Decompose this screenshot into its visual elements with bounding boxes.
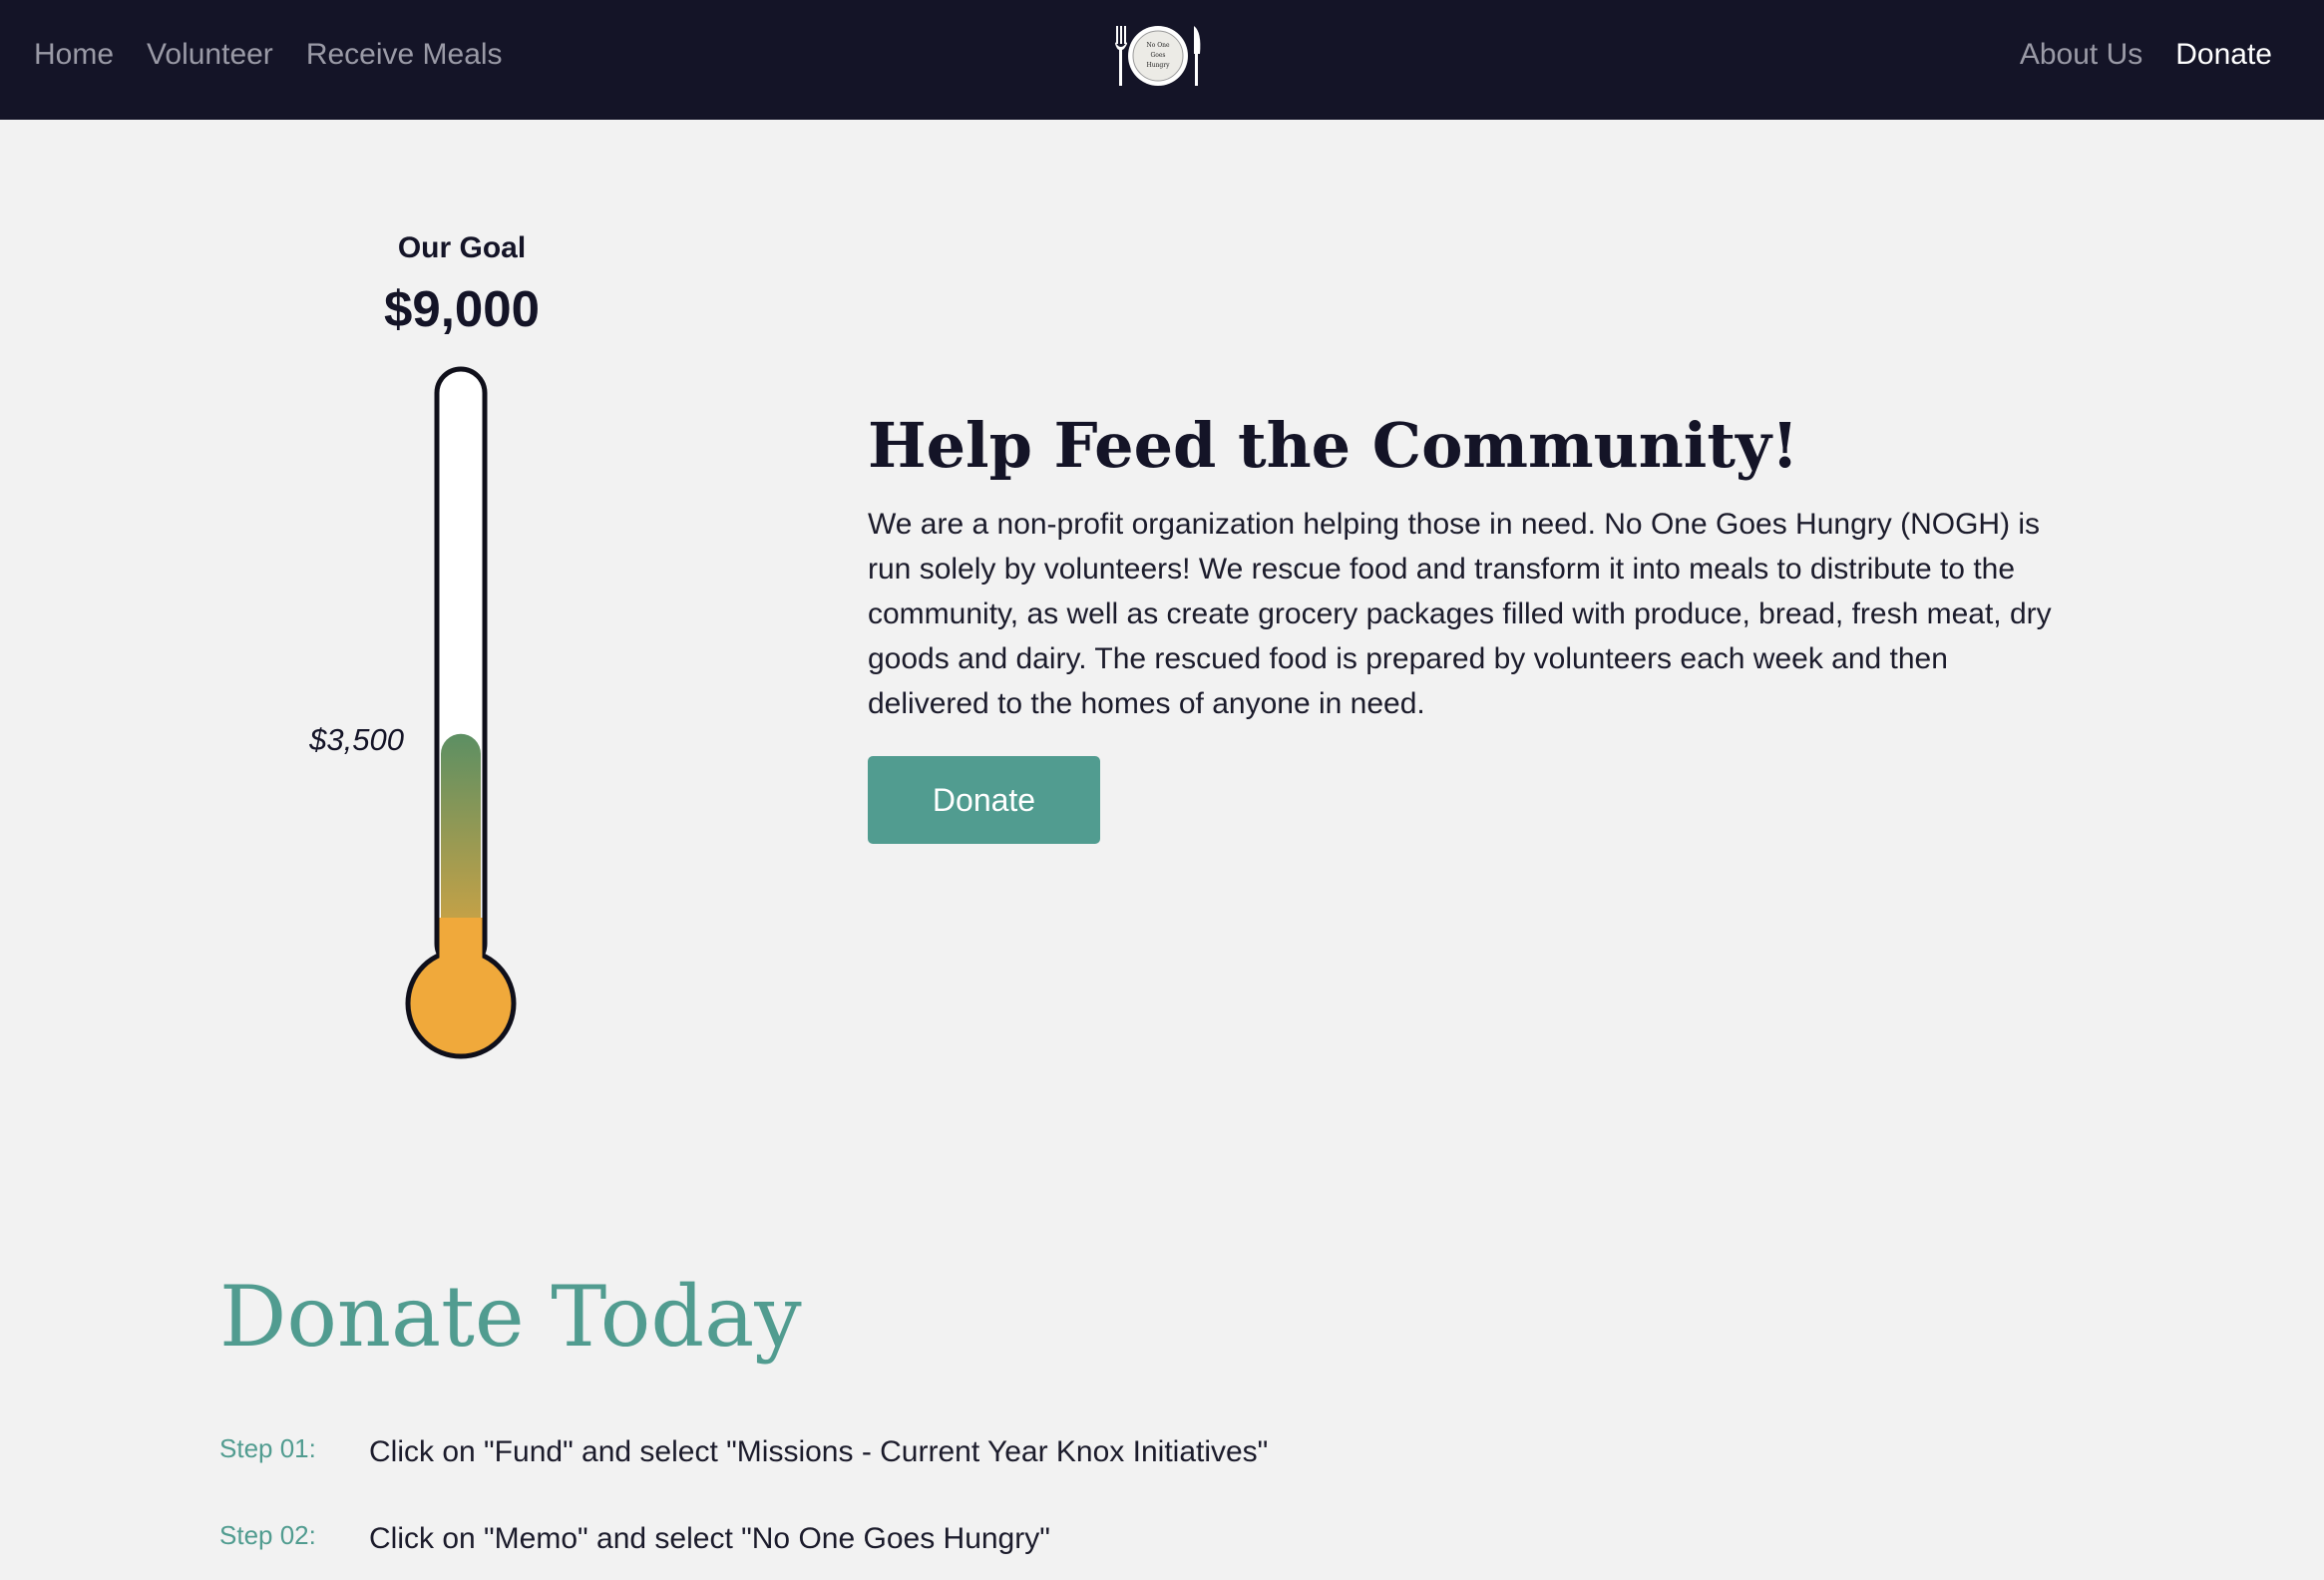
step-label: Step 02: (219, 1520, 316, 1550)
hero-title: Help Feed the Community! (868, 409, 1799, 482)
plate-icon: No One Goes Hungry (1128, 26, 1188, 86)
nav-link-home[interactable]: Home (34, 38, 114, 72)
knife-icon (1194, 26, 1201, 86)
top-navbar: Home Volunteer Receive Meals No One Goes… (0, 0, 2324, 120)
donate-button[interactable]: Donate (868, 756, 1100, 844)
svg-text:Hungry: Hungry (1146, 62, 1170, 69)
step-item: Step 02: Click on "Memo" and select "No … (219, 1520, 2115, 1580)
nogh-logo[interactable]: No One Goes Hungry (1112, 22, 1204, 90)
donation-thermometer (405, 366, 517, 1059)
nav-right-group: About Us Donate (2020, 0, 2272, 110)
nav-link-volunteer[interactable]: Volunteer (147, 38, 273, 72)
step-text: Click on "Fund" and select "Missions - C… (369, 1435, 1269, 1468)
hero-paragraph: We are a non-profit organization helping… (868, 508, 2052, 720)
nav-link-receive-meals[interactable]: Receive Meals (306, 38, 503, 72)
fork-icon (1115, 26, 1127, 86)
step-text: Click on "Memo" and select "No One Goes … (369, 1522, 1050, 1555)
raised-amount: $3,500 (309, 721, 404, 757)
thermometer-neck (439, 918, 483, 968)
step-item: Step 01: Click on "Fund" and select "Mis… (219, 1433, 2115, 1493)
nav-link-about-us[interactable]: About Us (2020, 38, 2142, 72)
nav-left-group: Home Volunteer Receive Meals (34, 0, 503, 110)
step-label: Step 01: (219, 1433, 316, 1463)
donate-today-title: Donate Today (219, 1268, 802, 1366)
svg-text:No One: No One (1146, 42, 1170, 49)
nav-link-donate[interactable]: Donate (2175, 38, 2272, 72)
goal-amount: $9,000 (384, 280, 540, 337)
svg-text:Goes: Goes (1150, 52, 1165, 59)
goal-label: Our Goal (397, 231, 527, 264)
